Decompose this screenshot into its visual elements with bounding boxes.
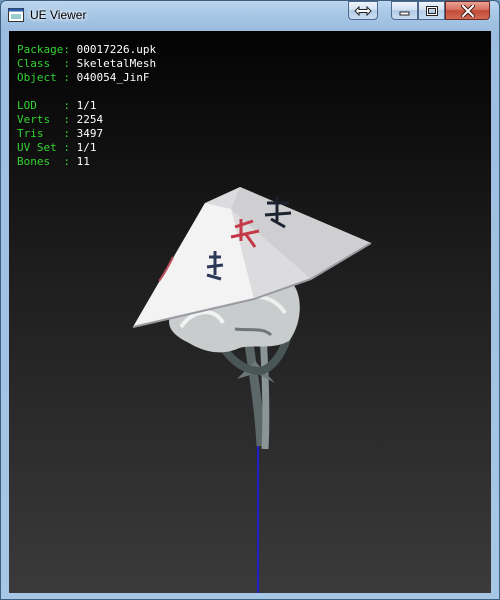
- info-separator: :: [63, 57, 77, 70]
- info-label: UV Set: [17, 141, 64, 154]
- info-separator: :: [63, 43, 77, 56]
- window-title: UE Viewer: [30, 8, 87, 22]
- maximize-icon: [425, 5, 438, 16]
- info-separator: :: [63, 127, 77, 140]
- info-row: Bones : 11: [17, 155, 156, 169]
- swap-arrows-icon: [354, 5, 372, 16]
- info-label: Class: [17, 57, 64, 70]
- info-label: Object: [17, 71, 64, 84]
- close-button[interactable]: [445, 1, 490, 20]
- title-bar[interactable]: UE Viewer: [1, 1, 499, 29]
- close-icon: [460, 4, 475, 17]
- info-row: Object : 040054_JinF: [17, 71, 156, 85]
- info-separator: :: [63, 71, 77, 84]
- info-label: LOD: [17, 99, 64, 112]
- info-value: 00017226.upk: [76, 43, 157, 56]
- info-separator: :: [63, 113, 77, 126]
- info-row: Class : SkeletalMesh: [17, 57, 156, 71]
- app-window: UE Viewer Package: 00017226.upk Class: …: [0, 0, 500, 600]
- swap-button[interactable]: [348, 1, 378, 20]
- info-label: Package: [17, 43, 64, 56]
- info-value: 040054_JinF: [76, 71, 150, 84]
- info-row: UV Set : 1/1: [17, 141, 156, 155]
- info-separator: :: [63, 99, 77, 112]
- info-label: Verts: [17, 113, 64, 126]
- info-row: Tris : 3497: [17, 127, 156, 141]
- info-value: 1/1: [76, 99, 97, 112]
- minimize-icon: [399, 11, 409, 15]
- info-value: 2254: [76, 113, 104, 126]
- hair-ribbon: [237, 330, 275, 450]
- info-row: LOD : 1/1: [17, 99, 156, 113]
- info-row: Package: 00017226.upk: [17, 43, 156, 57]
- info-label: Bones: [17, 155, 64, 168]
- info-value: 1/1: [76, 141, 97, 154]
- maximize-button[interactable]: [418, 1, 445, 20]
- info-separator: :: [63, 155, 77, 168]
- info-value: 11: [76, 155, 90, 168]
- info-value: 3497: [76, 127, 104, 140]
- 3d-viewport[interactable]: Package: 00017226.upk Class : SkeletalMes…: [9, 31, 491, 593]
- info-separator: :: [63, 141, 77, 154]
- minimize-button[interactable]: [391, 1, 418, 20]
- app-icon: [8, 8, 24, 22]
- mesh-info-panel: Package: 00017226.upk Class : SkeletalMes…: [17, 43, 156, 169]
- info-row: Verts : 2254: [17, 113, 156, 127]
- info-label: Tris: [17, 127, 64, 140]
- info-value: SkeletalMesh: [76, 57, 157, 70]
